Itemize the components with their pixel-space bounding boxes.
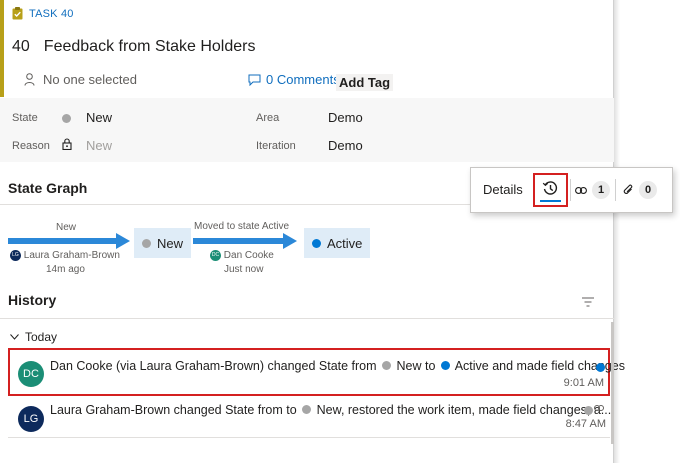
history-scrollbar[interactable] xyxy=(611,322,614,444)
iteration-field-label: Iteration xyxy=(256,140,296,152)
transition-2-label: Moved to state Active xyxy=(194,221,290,232)
state-active-dot-icon xyxy=(312,238,321,248)
state-field-value[interactable]: New xyxy=(86,110,112,125)
link-icon xyxy=(594,405,604,411)
history-item-from-state: New to xyxy=(396,359,436,373)
transition-2-time: Just now xyxy=(224,264,264,275)
transition-1-label: New xyxy=(56,222,77,233)
filter-icon[interactable] xyxy=(582,297,594,307)
comments-label: 0 Comments xyxy=(266,72,340,87)
work-item-type-label: TASK 40 xyxy=(29,7,74,20)
unread-indicator-icon xyxy=(596,363,605,372)
reason-field-value: New xyxy=(86,138,113,153)
tab-details[interactable]: Details xyxy=(483,182,523,197)
state-field-label: State xyxy=(12,112,38,124)
state-node-new: New xyxy=(134,228,192,258)
state-node-active-label: Active xyxy=(327,235,363,251)
history-item-divider xyxy=(8,437,610,438)
transition-2-user-name: Dan Cooke xyxy=(223,250,274,262)
work-item-title-text[interactable]: Feedback from Stake Holders xyxy=(44,38,256,56)
link-icon xyxy=(575,186,587,194)
person-icon xyxy=(24,73,35,86)
state-graph-title: State Graph xyxy=(8,180,88,196)
history-divider xyxy=(0,318,614,319)
panel-shadow xyxy=(614,0,620,463)
history-icon xyxy=(542,181,558,195)
state-node-new-label: New xyxy=(157,235,184,251)
tab-history[interactable] xyxy=(533,173,568,207)
state-new-dot-icon xyxy=(382,361,392,370)
transition-2-arrow-icon xyxy=(193,233,297,249)
state-node-active: Active xyxy=(304,228,371,258)
history-item-created[interactable]: LG Laura Graham-Brown changed State from… xyxy=(8,398,611,438)
history-item-time: 8:47 AM xyxy=(565,418,606,430)
history-group-today[interactable]: Today xyxy=(10,330,57,344)
work-item-form: TASK 40 40 Feedback from Stake Holders N… xyxy=(0,0,625,463)
tab-links[interactable]: 1 xyxy=(575,181,610,199)
avatar-dc: DC xyxy=(18,361,44,387)
fields-section: State New Reason New Area Demo Iteration… xyxy=(0,98,614,162)
history-item-text: Dan Cooke (via Laura Graham-Brown) chang… xyxy=(50,359,625,373)
transition-1-arrow-icon xyxy=(8,233,130,249)
attachments-count-badge: 0 xyxy=(639,181,657,199)
history-item-summary: Laura Graham-Brown changed State from to xyxy=(50,403,297,417)
lock-icon xyxy=(62,138,72,150)
tab-history-selected-underline xyxy=(540,200,561,202)
reason-field-label: Reason xyxy=(12,140,50,152)
history-item-text: Laura Graham-Brown changed State from to… xyxy=(50,403,611,417)
history-item-summary: Dan Cooke (via Laura Graham-Brown) chang… xyxy=(50,359,377,373)
work-item-id: 40 xyxy=(12,38,30,55)
tab-separator xyxy=(615,179,616,201)
area-field-label: Area xyxy=(256,112,280,124)
transition-1-user-name: Laura Graham-Brown xyxy=(23,250,120,262)
iteration-field-value[interactable]: Demo xyxy=(328,138,363,153)
history-item-state-change-active[interactable]: DC Dan Cooke (via Laura Graham-Brown) ch… xyxy=(8,348,625,396)
tab-attachments[interactable]: 0 xyxy=(623,181,657,199)
state-new-dot-icon xyxy=(302,405,312,414)
work-item-type-row: TASK 40 xyxy=(12,7,74,20)
avatar-lg: LG xyxy=(18,406,44,432)
transition-1-time: 14m ago xyxy=(46,264,85,275)
task-clipboard-icon xyxy=(12,7,23,20)
work-item-type-color-bar xyxy=(0,0,4,97)
history-item-time: 9:01 AM xyxy=(563,377,604,389)
state-new-dot-icon xyxy=(62,114,71,123)
state-new-dot-icon xyxy=(142,238,151,248)
add-tag-button[interactable]: Add Tag xyxy=(336,74,394,91)
avatar-dc-small: DC xyxy=(210,250,221,261)
work-item-title[interactable]: 40 Feedback from Stake Holders xyxy=(12,38,255,56)
history-group-label: Today xyxy=(25,330,58,344)
comments-link[interactable]: 0 Comments xyxy=(248,72,340,87)
paperclip-icon xyxy=(623,184,633,194)
transition-1-user: LG Laura Graham-Brown xyxy=(10,250,120,261)
state-active-dot-icon xyxy=(440,361,450,370)
assigned-to-label: No one selected xyxy=(43,72,137,87)
comment-icon xyxy=(248,74,261,86)
tab-separator xyxy=(570,179,571,201)
avatar-lg-small: LG xyxy=(10,250,21,261)
history-item-to-state: New, restored the work item, made field … xyxy=(316,403,612,417)
area-field-value[interactable]: Demo xyxy=(328,110,363,125)
state-new-dot-icon xyxy=(584,406,593,415)
form-tabs-bar: Details 1 0 xyxy=(470,167,673,213)
transition-2-user: DC Dan Cooke xyxy=(210,250,274,261)
assigned-to-field[interactable]: No one selected xyxy=(24,72,137,87)
chevron-down-icon xyxy=(10,334,19,340)
history-title: History xyxy=(8,292,57,308)
links-count-badge: 1 xyxy=(592,181,610,199)
